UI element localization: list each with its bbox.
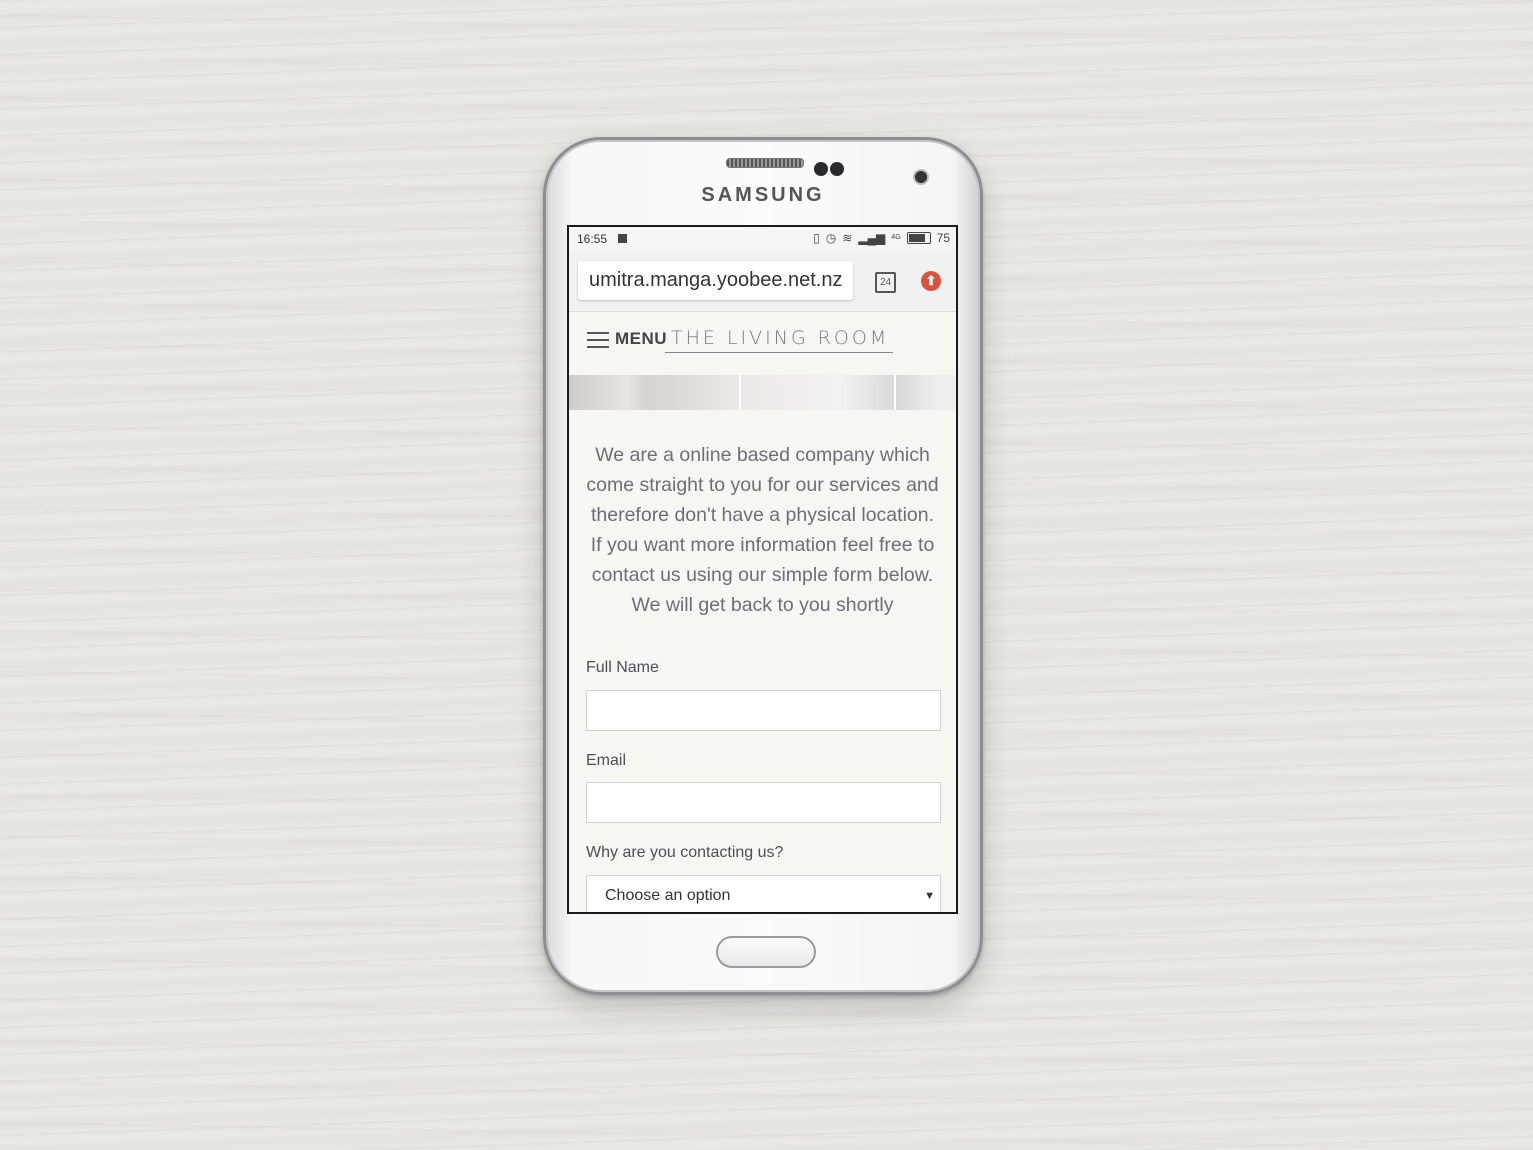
alarm-icon: ◷ <box>825 231 837 245</box>
proximity-sensor <box>814 162 828 176</box>
browser-toolbar: umitra.manga.yoobee.net.nz 24 ⬆ <box>569 251 956 312</box>
device-brand: SAMSUNG <box>701 184 825 206</box>
full-name-input[interactable] <box>586 690 941 731</box>
menu-button[interactable]: MENU <box>615 329 667 349</box>
email-label: Email <box>586 752 627 769</box>
address-bar[interactable]: umitra.manga.yoobee.net.nz <box>578 261 853 300</box>
signal-icon: ▂▄▆ <box>858 231 886 245</box>
calendar-icon <box>618 234 627 243</box>
full-name-label: Full Name <box>586 659 659 676</box>
hero-image-detail <box>894 375 896 410</box>
chevron-down-icon: ▼ <box>924 890 935 902</box>
intro-text: We are a online based company which come… <box>586 444 939 616</box>
light-sensor <box>830 162 844 176</box>
status-icons: ▯ ◷ ≋ ▂▄▆ 4G 75 <box>813 231 950 245</box>
web-page: MENU THE LIVING ROOM We are a online bas… <box>569 312 956 912</box>
status-time: 16:55 <box>577 232 608 246</box>
network-type: 4G <box>891 234 901 241</box>
email-input[interactable] <box>586 782 941 823</box>
reason-select[interactable]: Choose an option ▼ <box>586 875 941 912</box>
site-header: MENU THE LIVING ROOM <box>569 312 956 374</box>
earpiece-speaker <box>726 158 804 168</box>
hamburger-icon[interactable] <box>587 332 609 348</box>
front-camera <box>913 169 929 185</box>
reason-selected-value: Choose an option <box>605 887 731 904</box>
reason-label: Why are you contacting us? <box>586 844 784 861</box>
hero-image <box>569 375 956 410</box>
battery-icon <box>906 232 931 244</box>
vibrate-icon: ▯ <box>813 231 820 245</box>
phone-screen: 16:55 ▯ ◷ ≋ ▂▄▆ 4G 75 umitra.manga.yoobe… <box>567 225 958 914</box>
site-logo[interactable]: THE LIVING ROOM <box>665 327 894 353</box>
status-bar: 16:55 ▯ ◷ ≋ ▂▄▆ 4G 75 <box>569 227 956 251</box>
home-button[interactable] <box>716 936 816 968</box>
update-icon[interactable]: ⬆ <box>921 271 941 291</box>
battery-level: 75 <box>936 231 950 245</box>
hero-image-detail <box>739 375 741 410</box>
wifi-icon: ≋ <box>842 231 853 245</box>
tabs-icon[interactable]: 24 <box>875 272 896 293</box>
